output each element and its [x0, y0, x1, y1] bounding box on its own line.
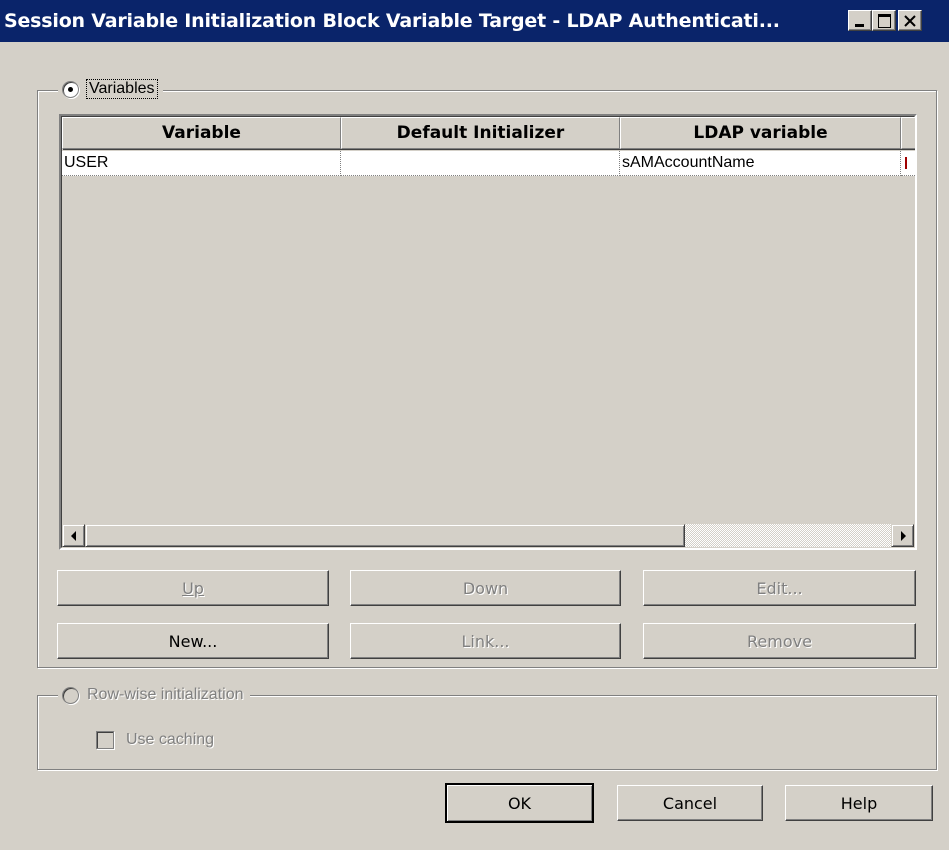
- up-button-label: Up: [182, 578, 204, 598]
- arrow-right-icon: [901, 531, 906, 541]
- edit-button[interactable]: Edit...: [643, 570, 916, 606]
- ok-button[interactable]: OK: [445, 783, 594, 823]
- close-button[interactable]: [898, 10, 922, 31]
- use-caching-checkbox-box[interactable]: [96, 731, 114, 749]
- variables-radio-label: Variables: [86, 79, 158, 99]
- scroll-right-button[interactable]: [891, 524, 914, 547]
- window-title: Session Variable Initialization Block Va…: [4, 10, 780, 32]
- close-icon: [904, 15, 916, 27]
- down-button[interactable]: Down: [350, 570, 621, 606]
- use-caching-checkbox[interactable]: Use caching: [92, 728, 220, 752]
- arrow-left-icon: [71, 531, 76, 541]
- maximize-button[interactable]: [872, 10, 896, 31]
- cancel-button-label: Cancel: [662, 793, 718, 813]
- new-button[interactable]: New...: [57, 623, 329, 659]
- link-button[interactable]: Link...: [350, 623, 621, 659]
- column-header-default-initializer[interactable]: Default Initializer: [341, 117, 620, 149]
- column-header-extra[interactable]: [901, 117, 915, 149]
- rowwise-radio-label: Row-wise initialization: [87, 686, 244, 703]
- variables-grid[interactable]: Variable Default Initializer LDAP variab…: [59, 114, 917, 550]
- cancel-button[interactable]: Cancel: [617, 785, 763, 821]
- column-header-ldap-variable[interactable]: LDAP variable: [620, 117, 901, 149]
- table-row[interactable]: USER sAMAccountName: [62, 151, 915, 176]
- grid-header: Variable Default Initializer LDAP variab…: [62, 117, 915, 149]
- help-button-label: Help: [840, 793, 878, 813]
- remove-button-label: Remove: [747, 631, 812, 651]
- ok-button-label: OK: [507, 794, 532, 813]
- rowwise-radio-button[interactable]: [62, 686, 79, 704]
- rowwise-radio[interactable]: Row-wise initialization: [58, 683, 250, 707]
- variables-radio-button[interactable]: [62, 80, 79, 98]
- up-button[interactable]: Up: [57, 570, 329, 606]
- dialog-window: Session Variable Initialization Block Va…: [0, 0, 949, 850]
- new-button-label: New...: [168, 631, 218, 651]
- horizontal-scrollbar[interactable]: [62, 524, 914, 547]
- help-button[interactable]: Help: [785, 785, 933, 821]
- scroll-thumb[interactable]: [85, 524, 685, 547]
- link-button-label: Link...: [461, 631, 510, 651]
- scroll-track[interactable]: [85, 524, 891, 547]
- title-bar[interactable]: Session Variable Initialization Block Va…: [0, 0, 949, 42]
- down-button-label: Down: [462, 578, 509, 598]
- cell-variable[interactable]: USER: [62, 151, 341, 176]
- variables-radio[interactable]: Variables: [58, 77, 163, 101]
- use-caching-label: Use caching: [126, 731, 215, 748]
- column-header-variable[interactable]: Variable: [62, 117, 341, 149]
- grid-frame: [61, 116, 915, 548]
- remove-button[interactable]: Remove: [643, 623, 916, 659]
- cell-default-initializer[interactable]: [341, 151, 620, 176]
- edit-button-label: Edit...: [756, 578, 803, 598]
- cell-ldap-variable[interactable]: sAMAccountName: [620, 151, 901, 176]
- scroll-left-button[interactable]: [62, 524, 85, 547]
- minimize-button[interactable]: [848, 10, 872, 31]
- cell-extra[interactable]: [901, 151, 915, 176]
